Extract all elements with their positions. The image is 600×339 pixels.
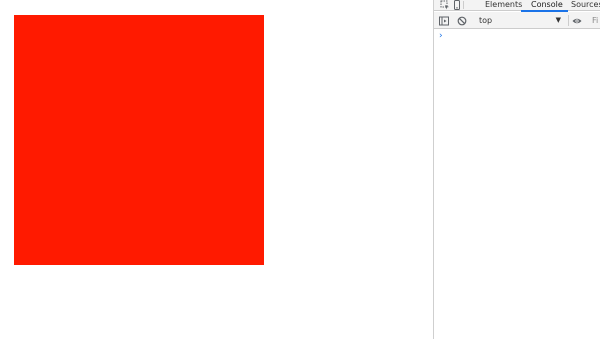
tab-elements[interactable]: Elements: [485, 0, 522, 10]
context-value: top: [479, 16, 493, 25]
context-selector[interactable]: top ▼: [477, 15, 562, 26]
filter-input[interactable]: Fi: [592, 15, 598, 26]
red-square: [14, 15, 264, 265]
show-sidebar-icon[interactable]: [439, 16, 449, 26]
devtools-tabbar: Elements Console Sources: [434, 0, 600, 12]
tab-console[interactable]: Console: [531, 0, 563, 10]
devtools-panel: Elements Console Sources top ▼ Fi ›: [433, 0, 600, 339]
device-toolbar-icon[interactable]: [452, 0, 462, 10]
page-viewport: [0, 0, 433, 339]
inspect-element-icon[interactable]: [440, 0, 450, 10]
tab-sources[interactable]: Sources: [571, 0, 600, 10]
tab-separator: [463, 1, 464, 9]
console-toolbar: top ▼ Fi: [434, 12, 600, 29]
toolbar-separator: [568, 15, 569, 26]
eye-icon[interactable]: [572, 16, 582, 26]
chevron-down-icon: ▼: [555, 16, 561, 24]
console-output[interactable]: ›: [434, 30, 600, 339]
console-prompt-icon: ›: [439, 31, 443, 41]
clear-console-icon[interactable]: [457, 16, 467, 26]
